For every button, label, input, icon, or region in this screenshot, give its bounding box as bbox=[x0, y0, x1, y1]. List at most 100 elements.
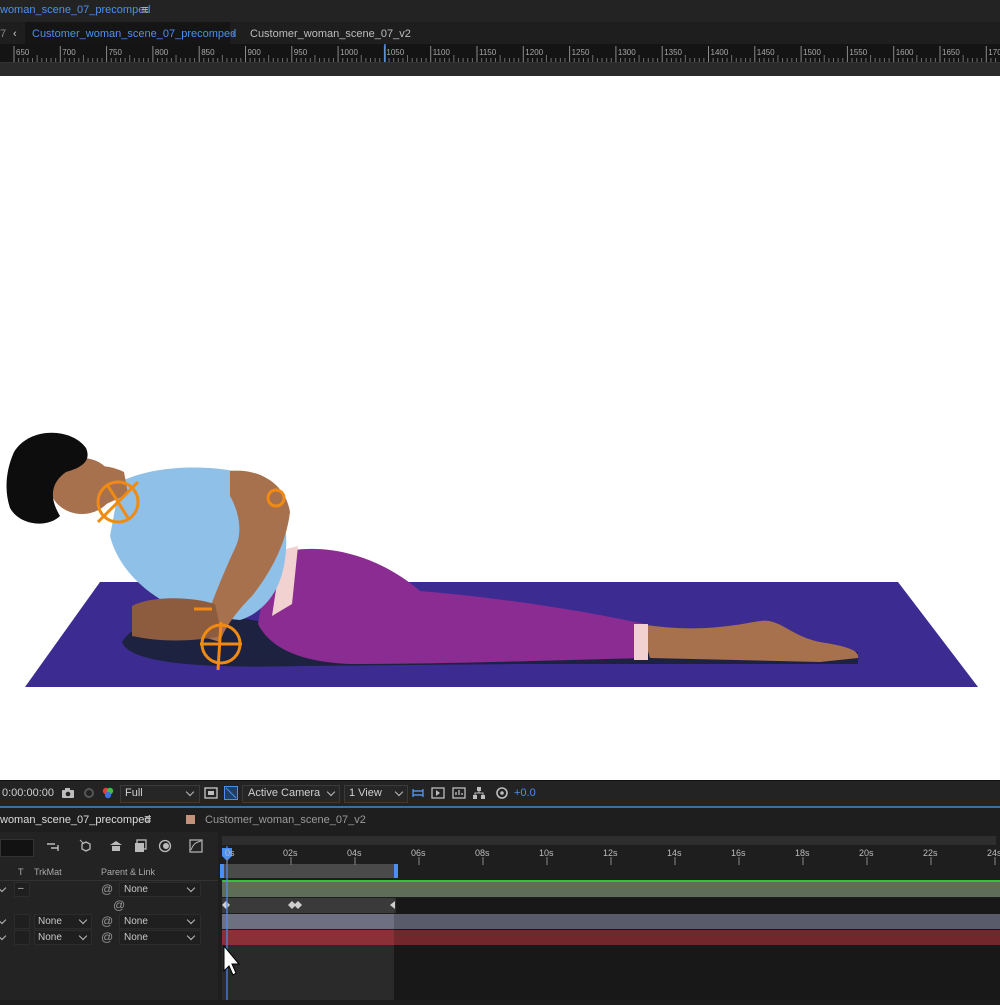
camera-view-value: Active Camera bbox=[248, 787, 321, 799]
pick-whip-icon[interactable]: @ bbox=[101, 882, 113, 896]
hands bbox=[132, 598, 222, 641]
layer-switch[interactable] bbox=[14, 914, 30, 929]
hamburger-menu-icon[interactable]: ≡ bbox=[144, 811, 152, 826]
time-ruler-label: 04s bbox=[347, 848, 362, 858]
ruler-label: 1400 bbox=[711, 48, 729, 57]
composition-panel-title[interactable]: woman_scene_07_precomped bbox=[0, 4, 150, 16]
pick-whip-icon[interactable]: @ bbox=[101, 930, 113, 944]
pre-comp-area bbox=[222, 945, 394, 1000]
chevron-down-icon bbox=[186, 883, 196, 893]
column-header-trkmat[interactable]: TrkMat bbox=[34, 867, 62, 877]
time-ruler-label: 0s bbox=[225, 848, 235, 858]
layer-bar-0[interactable] bbox=[222, 882, 1000, 897]
time-ruler-label: 06s bbox=[411, 848, 426, 858]
ruler-label: 800 bbox=[155, 48, 169, 57]
region-of-interest-icon[interactable] bbox=[204, 786, 218, 800]
ruler-label: 1150 bbox=[479, 48, 497, 57]
motion-blur-icon[interactable] bbox=[158, 839, 172, 853]
breadcrumb-item-v2[interactable]: Customer_woman_scene_07_v2 bbox=[250, 28, 411, 40]
chevron-down-icon bbox=[186, 915, 196, 925]
chevron-left-icon[interactable]: ‹ bbox=[13, 28, 17, 40]
layer-row[interactable]: None @ None bbox=[0, 930, 218, 945]
ruler-label: 1050 bbox=[386, 48, 404, 57]
layer-row[interactable]: None @ None bbox=[0, 914, 218, 929]
column-header-row: T TrkMat Parent & Link bbox=[0, 866, 218, 881]
column-header-parent[interactable]: Parent & Link bbox=[101, 867, 155, 877]
trkmat-dropdown[interactable]: None bbox=[34, 914, 92, 929]
timeline-tab-active[interactable]: woman_scene_07_precomped bbox=[0, 814, 150, 826]
timeline-icon[interactable] bbox=[452, 786, 466, 800]
ruler-label: 750 bbox=[109, 48, 123, 57]
parent-dropdown[interactable]: None bbox=[119, 882, 201, 897]
horizontal-ruler[interactable]: 650 700 750 800 850 900 950 1000 1050 1100 1150 120… bbox=[0, 44, 1000, 63]
comp-mini-flowchart-icon[interactable] bbox=[46, 840, 62, 854]
ruler-label: 1450 bbox=[757, 48, 775, 57]
ruler-label: 1700 bbox=[988, 48, 1000, 57]
shy-layers-icon[interactable] bbox=[108, 839, 124, 853]
work-area-range[interactable] bbox=[222, 864, 396, 878]
parent-dropdown[interactable]: None bbox=[119, 930, 201, 945]
ruler-label: 1200 bbox=[525, 48, 543, 57]
pick-whip-icon[interactable]: @ bbox=[101, 914, 113, 928]
chevron-left-icon[interactable]: ‹ bbox=[232, 28, 236, 40]
transparency-grid-icon[interactable] bbox=[224, 786, 238, 800]
layer-search-input[interactable] bbox=[0, 839, 34, 857]
ruler-label: 1600 bbox=[896, 48, 914, 57]
layer-panel: T TrkMat Parent & Link – @ None @ None @… bbox=[0, 832, 218, 1000]
work-area-end-handle[interactable] bbox=[394, 864, 398, 878]
draft-3d-icon[interactable] bbox=[78, 838, 94, 854]
layer-property-row[interactable]: @ bbox=[0, 898, 218, 913]
color-channels-icon[interactable] bbox=[101, 786, 115, 800]
parent-dropdown[interactable]: None bbox=[119, 914, 201, 929]
current-timecode[interactable]: 0:00:00:00 bbox=[2, 787, 54, 799]
time-ruler-label: 18s bbox=[795, 848, 810, 858]
reset-exposure-icon[interactable] bbox=[495, 786, 509, 800]
ruler-label: 1300 bbox=[618, 48, 636, 57]
breadcrumb-item-precomped[interactable]: Customer_woman_scene_07_precomped bbox=[32, 28, 236, 40]
work-area-bar[interactable] bbox=[222, 836, 996, 845]
resolution-dropdown[interactable]: Full bbox=[120, 785, 200, 803]
chevron-down-icon bbox=[0, 915, 7, 925]
ruler-ticks: 650 700 750 800 850 900 950 1000 1050 1100 1150 120… bbox=[13, 44, 1000, 62]
time-ruler-label: 12s bbox=[603, 848, 618, 858]
viewer-toolbar: 0:00:00:00 Full Active Camera 1 View +0.… bbox=[0, 780, 1000, 807]
hamburger-menu-icon[interactable]: ≡ bbox=[141, 2, 149, 17]
timeline-tab-v2[interactable]: Customer_woman_scene_07_v2 bbox=[205, 814, 366, 826]
ankle-cuff bbox=[634, 624, 648, 660]
flowchart-icon[interactable] bbox=[472, 786, 486, 800]
composition-viewer[interactable] bbox=[0, 76, 1000, 780]
camera-view-dropdown[interactable]: Active Camera bbox=[242, 785, 340, 803]
timeline-tab-bar: woman_scene_07_precomped ≡ Customer_woma… bbox=[0, 806, 1000, 834]
work-area-start-handle[interactable] bbox=[220, 864, 224, 878]
ruler-label: 1250 bbox=[572, 48, 590, 57]
frame-blending-icon[interactable] bbox=[134, 839, 148, 853]
graph-editor-icon[interactable] bbox=[189, 839, 203, 853]
chevron-down-icon bbox=[0, 883, 7, 893]
composition-breadcrumb-bar: 7 ‹ Customer_woman_scene_07_precomped ‹ … bbox=[0, 22, 1000, 45]
layer-switch[interactable] bbox=[14, 930, 30, 945]
timeline-tracks[interactable]: 0s 02s 04s 06s 08s 10s 12s 14s 16s 18s 20s 22s 24s bbox=[218, 832, 1000, 1000]
time-ruler-label: 20s bbox=[859, 848, 874, 858]
resolution-value: Full bbox=[125, 787, 143, 799]
trkmat-dropdown[interactable]: – bbox=[14, 882, 30, 897]
exposure-value[interactable]: +0.0 bbox=[514, 787, 536, 799]
time-ruler-label: 24s bbox=[987, 848, 1000, 858]
column-header-t[interactable]: T bbox=[18, 867, 24, 877]
layer-0-top-line bbox=[222, 880, 1000, 882]
parent-value: None bbox=[124, 884, 148, 895]
layer-bar-1[interactable] bbox=[222, 898, 396, 913]
chevron-down-icon bbox=[0, 931, 7, 941]
trkmat-dropdown[interactable]: None bbox=[34, 930, 92, 945]
pick-whip-icon[interactable]: @ bbox=[113, 898, 125, 912]
ruler-label: 1100 bbox=[433, 48, 451, 57]
time-ruler-label: 22s bbox=[923, 848, 938, 858]
ruler-label: 1350 bbox=[664, 48, 682, 57]
layer-row[interactable]: – @ None bbox=[0, 882, 218, 897]
trkmat-value: None bbox=[38, 932, 62, 943]
toggle-pixel-aspect-icon[interactable] bbox=[411, 786, 425, 800]
camera-snapshot-icon[interactable] bbox=[61, 786, 75, 800]
trkmat-value: – bbox=[18, 883, 24, 894]
fast-previews-icon[interactable] bbox=[431, 786, 445, 800]
view-layout-dropdown[interactable]: 1 View bbox=[344, 785, 408, 803]
show-snapshot-icon[interactable] bbox=[82, 786, 96, 800]
